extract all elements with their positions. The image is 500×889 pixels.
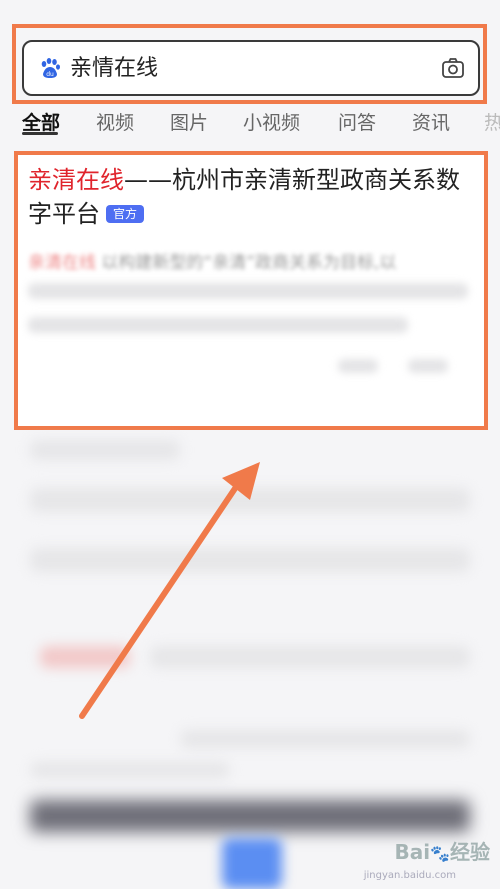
search-results-page: du 亲情在线 全部 视频 图片 小视频 问答 资讯 热 亲清在线——杭州市亲清… — [0, 0, 500, 889]
annotation-arrow — [79, 462, 260, 719]
watermark-url: jingyan.baidu.com — [363, 870, 456, 881]
watermark: Bai🐾经验 — [394, 840, 490, 864]
watermark-brand: Bai — [394, 840, 431, 864]
watermark-suffix: 经验 — [450, 840, 490, 864]
